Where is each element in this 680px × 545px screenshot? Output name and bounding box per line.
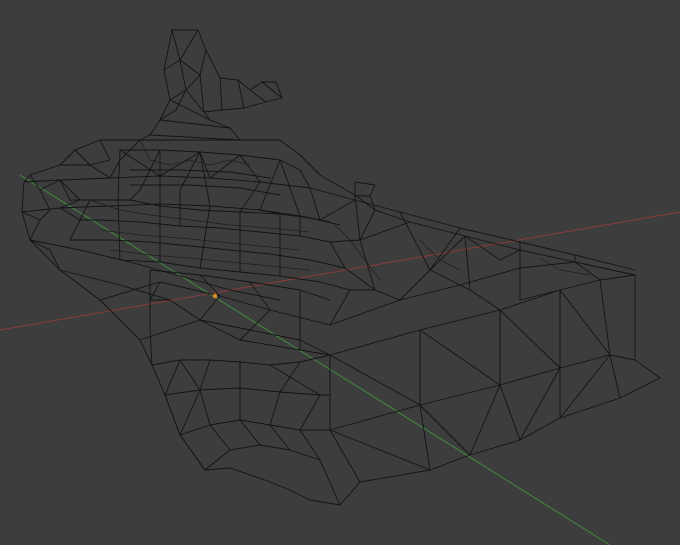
3d-viewport[interactable]	[0, 0, 680, 545]
y-axis-line	[19, 174, 611, 545]
viewport-canvas[interactable]	[0, 0, 680, 545]
wireframe-mesh[interactable]	[21, 29, 661, 506]
object-origin-dot[interactable]	[212, 293, 218, 299]
mesh-hull	[21, 139, 661, 506]
mesh-turret	[139, 29, 283, 141]
